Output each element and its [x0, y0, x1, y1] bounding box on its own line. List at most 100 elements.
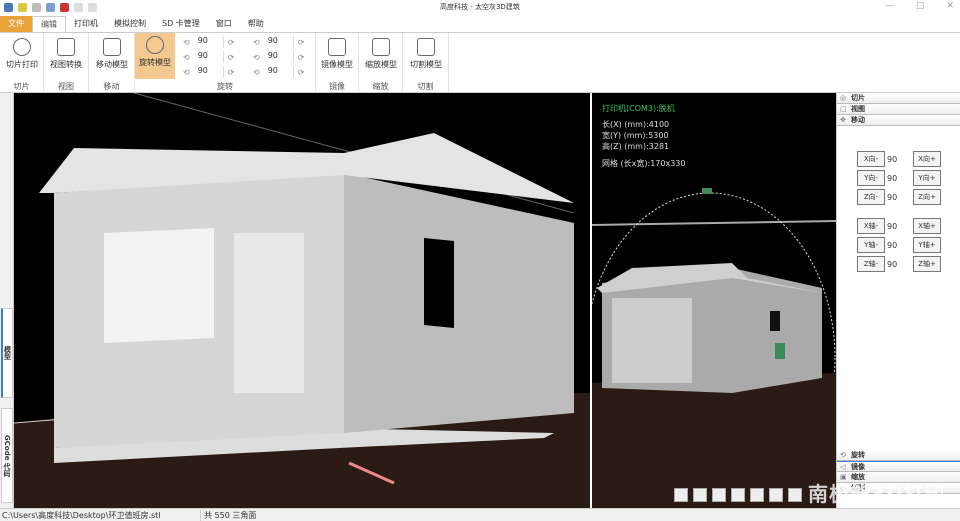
maximize-button[interactable]: □ — [916, 1, 925, 11]
rotate-model-button[interactable]: 旋转模型 — [135, 33, 175, 79]
rotate-y-plus-icon[interactable]: ⟳ — [228, 53, 235, 62]
panel-header-slice[interactable]: ◎ 切片 — [837, 93, 960, 104]
rotate-x-input[interactable]: 90 — [194, 36, 224, 48]
rotate-z-input[interactable]: 90 — [194, 66, 224, 78]
axis-x-input[interactable]: 90 — [264, 36, 294, 48]
view-front-button[interactable] — [693, 488, 707, 502]
cut-model-button[interactable]: 切割模型 — [406, 35, 446, 75]
mirror-model-button[interactable]: 镜像模型 — [317, 35, 357, 75]
print-icon[interactable] — [46, 3, 55, 12]
plus-button[interactable]: Y轴+ — [913, 237, 941, 253]
minus-button[interactable]: X向- — [857, 151, 885, 167]
undo-icon[interactable] — [74, 3, 83, 12]
value-input[interactable]: 90 — [887, 222, 911, 231]
watermark: 南极熊3D打印 — [808, 482, 946, 506]
label: 切割模型 — [410, 60, 442, 69]
plus-button[interactable]: X向+ — [913, 151, 941, 167]
rotate-x-minus-icon[interactable]: ⟲ — [183, 38, 190, 47]
right-panel: ◎ 切片 ▢ 视图 ✥ 移动 X向- 90 X向+ Y向- 90 Y向+ Z向- 90 Z向+ X轴- 9… — [836, 93, 960, 508]
tab-sd-card[interactable]: SD 卡管理 — [154, 16, 208, 32]
tab-model[interactable]: 模型 — [1, 308, 13, 398]
value-input[interactable]: 90 — [887, 241, 911, 250]
group-scale: 缩放模型 缩放 — [359, 33, 403, 93]
axis-x-minus-icon[interactable]: ⟲ — [253, 38, 260, 47]
zoom-out-button[interactable] — [712, 488, 726, 502]
panel-header-move[interactable]: ✥ 移动 — [837, 115, 960, 126]
minus-button[interactable]: Y轴- — [857, 237, 885, 253]
minus-button[interactable]: Z轴- — [857, 256, 885, 272]
plus-button[interactable]: Y向+ — [913, 170, 941, 186]
quick-access-toolbar — [0, 3, 97, 12]
tab-simulate[interactable]: 模拟控制 — [106, 16, 154, 32]
title-bar: 高度科技 - 太空灰3D建筑 — □ ✕ — [0, 0, 960, 15]
minus-button[interactable]: Z向- — [857, 189, 885, 205]
axis-z-input[interactable]: 90 — [264, 66, 294, 78]
label: 镜像模型 — [321, 60, 353, 69]
axis-x-plus-icon[interactable]: ⟳ — [298, 38, 305, 47]
gizmo-top-handle[interactable] — [702, 188, 712, 194]
ribbon-tabs: 文件 编辑 打印机 模拟控制 SD 卡管理 窗口 帮助 — [0, 16, 272, 32]
tab-help[interactable]: 帮助 — [240, 16, 272, 32]
value-input[interactable]: 90 — [887, 174, 911, 183]
move-model-button[interactable]: 移动模型 — [92, 35, 132, 75]
minus-button[interactable]: X轴- — [857, 218, 885, 234]
rotate-y-minus-icon[interactable]: ⟲ — [183, 53, 190, 62]
pan-button[interactable] — [769, 488, 783, 502]
label: 旋转模型 — [139, 58, 171, 67]
reset-view-button[interactable] — [750, 488, 764, 502]
value-input[interactable]: 90 — [887, 193, 911, 202]
axis-y-minus-icon[interactable]: ⟲ — [253, 53, 260, 62]
rotate-y-input[interactable]: 90 — [194, 51, 224, 63]
cut-icon — [417, 38, 435, 56]
panel-row: Z向- 90 Z向+ — [857, 189, 941, 205]
group-label: 缩放 — [372, 82, 389, 91]
plus-button[interactable]: Z轴+ — [913, 256, 941, 272]
panel-header-view[interactable]: ▢ 视图 — [837, 104, 960, 115]
tab-printer[interactable]: 打印机 — [66, 16, 106, 32]
fit-button[interactable] — [788, 488, 802, 502]
tab-gcode[interactable]: GCode 代码 — [1, 408, 13, 503]
preview-render — [592, 188, 836, 508]
tab-file[interactable]: 文件 — [0, 16, 32, 32]
rotate-x-plus-icon[interactable]: ⟳ — [228, 38, 235, 47]
rotate-z-plus-icon[interactable]: ⟳ — [228, 68, 235, 77]
view-bottom-button[interactable] — [674, 488, 688, 502]
main-3d-view[interactable] — [14, 93, 590, 508]
tab-edit[interactable]: 编辑 — [32, 16, 66, 32]
close-button[interactable]: ✕ — [946, 1, 954, 11]
label: 视图 — [851, 105, 865, 113]
rotate-z-minus-icon[interactable]: ⟲ — [183, 68, 190, 77]
panel-header-rotate[interactable]: ⟲ 旋转 — [837, 450, 960, 461]
window-title: 高度科技 - 太空灰3D建筑 — [440, 3, 520, 11]
plus-button[interactable]: X轴+ — [913, 218, 941, 234]
open-icon[interactable] — [18, 3, 27, 12]
group-label: 视图 — [58, 82, 74, 91]
move-icon — [103, 38, 121, 56]
preview-3d-view[interactable]: 打印机(COM3):脱机 长(X) (mm):4100 宽(Y) (mm):53… — [592, 93, 836, 508]
slice-print-button[interactable]: 切片打印 — [2, 35, 42, 75]
minus-button[interactable]: Y向- — [857, 170, 885, 186]
group-label: 镜像 — [329, 82, 345, 91]
axis-z-minus-icon[interactable]: ⟲ — [253, 68, 260, 77]
plus-button[interactable]: Z向+ — [913, 189, 941, 205]
close-file-icon[interactable] — [60, 3, 69, 12]
panel-header-mirror[interactable]: ◁ 镜像 — [837, 461, 960, 472]
value-input[interactable]: 90 — [887, 260, 911, 269]
axis-y-plus-icon[interactable]: ⟳ — [298, 53, 305, 62]
view-switch-button[interactable]: 视图转换 — [46, 35, 86, 75]
cube-icon — [57, 38, 75, 56]
group-cut: 切割模型 切割 — [403, 33, 449, 93]
save-icon[interactable] — [32, 3, 41, 12]
value-input[interactable]: 90 — [887, 155, 911, 164]
label: 切片 — [851, 94, 865, 102]
axis-z-plus-icon[interactable]: ⟳ — [298, 68, 305, 77]
minimize-button[interactable]: — — [885, 1, 894, 11]
zoom-in-button[interactable] — [731, 488, 745, 502]
axis-y-input[interactable]: 90 — [264, 51, 294, 63]
redo-icon[interactable] — [88, 3, 97, 12]
scale-model-button[interactable]: 缩放模型 — [361, 35, 401, 75]
tab-window[interactable]: 窗口 — [208, 16, 240, 32]
group-rotate: 旋转模型 ⟲ 90 ⟳ ⟲ 90 ⟳ ⟲ 90 ⟳ ⟲ 90 ⟳ ⟲ 90 ⟳ ⟲ 90 ⟳ 旋转 — [135, 33, 316, 93]
gizmo-handle[interactable] — [775, 343, 785, 359]
label: 镜像 — [851, 463, 865, 471]
